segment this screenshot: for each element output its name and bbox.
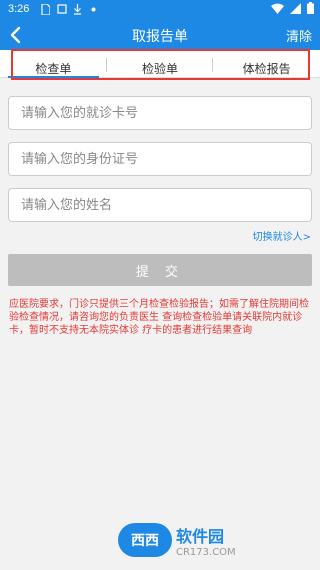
report-type-tabs: 检查单 检验单 体检报告 bbox=[0, 50, 320, 78]
id-number-input[interactable] bbox=[8, 142, 312, 176]
submit-button[interactable]: 提 交 bbox=[8, 254, 312, 286]
notice-text: 应医院要求，门诊只提供三个月检查检验报告；如需了解住院期间检验检查情况，请咨询您… bbox=[9, 299, 309, 336]
watermark-logo: 西西 bbox=[118, 523, 172, 557]
notification-icon bbox=[56, 2, 67, 16]
status-icons-left bbox=[40, 2, 99, 16]
watermark: 西西 软件园 CR173.COM bbox=[118, 520, 298, 560]
name-input[interactable] bbox=[8, 188, 312, 222]
wifi-icon bbox=[271, 3, 284, 17]
status-time: 3:26 bbox=[8, 3, 30, 15]
battery-icon bbox=[307, 2, 314, 17]
watermark-name: 软件园 bbox=[176, 526, 225, 546]
tab-inspection[interactable]: 检查单 bbox=[0, 50, 107, 78]
switch-patient-link[interactable]: 切换就诊人> bbox=[253, 228, 311, 243]
status-bar: 3:26 bbox=[0, 0, 320, 20]
sim-card-icon bbox=[40, 2, 51, 16]
watermark-text: 软件园 CR173.COM bbox=[176, 523, 236, 558]
title-bar: 取报告单 清除 bbox=[0, 20, 320, 50]
clear-button[interactable]: 清除 bbox=[286, 26, 312, 45]
download-icon bbox=[72, 2, 83, 16]
signal-icon bbox=[290, 2, 301, 17]
status-icons-right bbox=[271, 2, 314, 17]
page-title: 取报告单 bbox=[132, 29, 188, 45]
dot-icon bbox=[88, 2, 99, 16]
card-number-input[interactable] bbox=[8, 96, 312, 130]
watermark-url: CR173.COM bbox=[176, 546, 236, 558]
tab-laboratory[interactable]: 检验单 bbox=[107, 50, 214, 77]
tab-physical-exam[interactable]: 体检报告 bbox=[213, 50, 320, 77]
